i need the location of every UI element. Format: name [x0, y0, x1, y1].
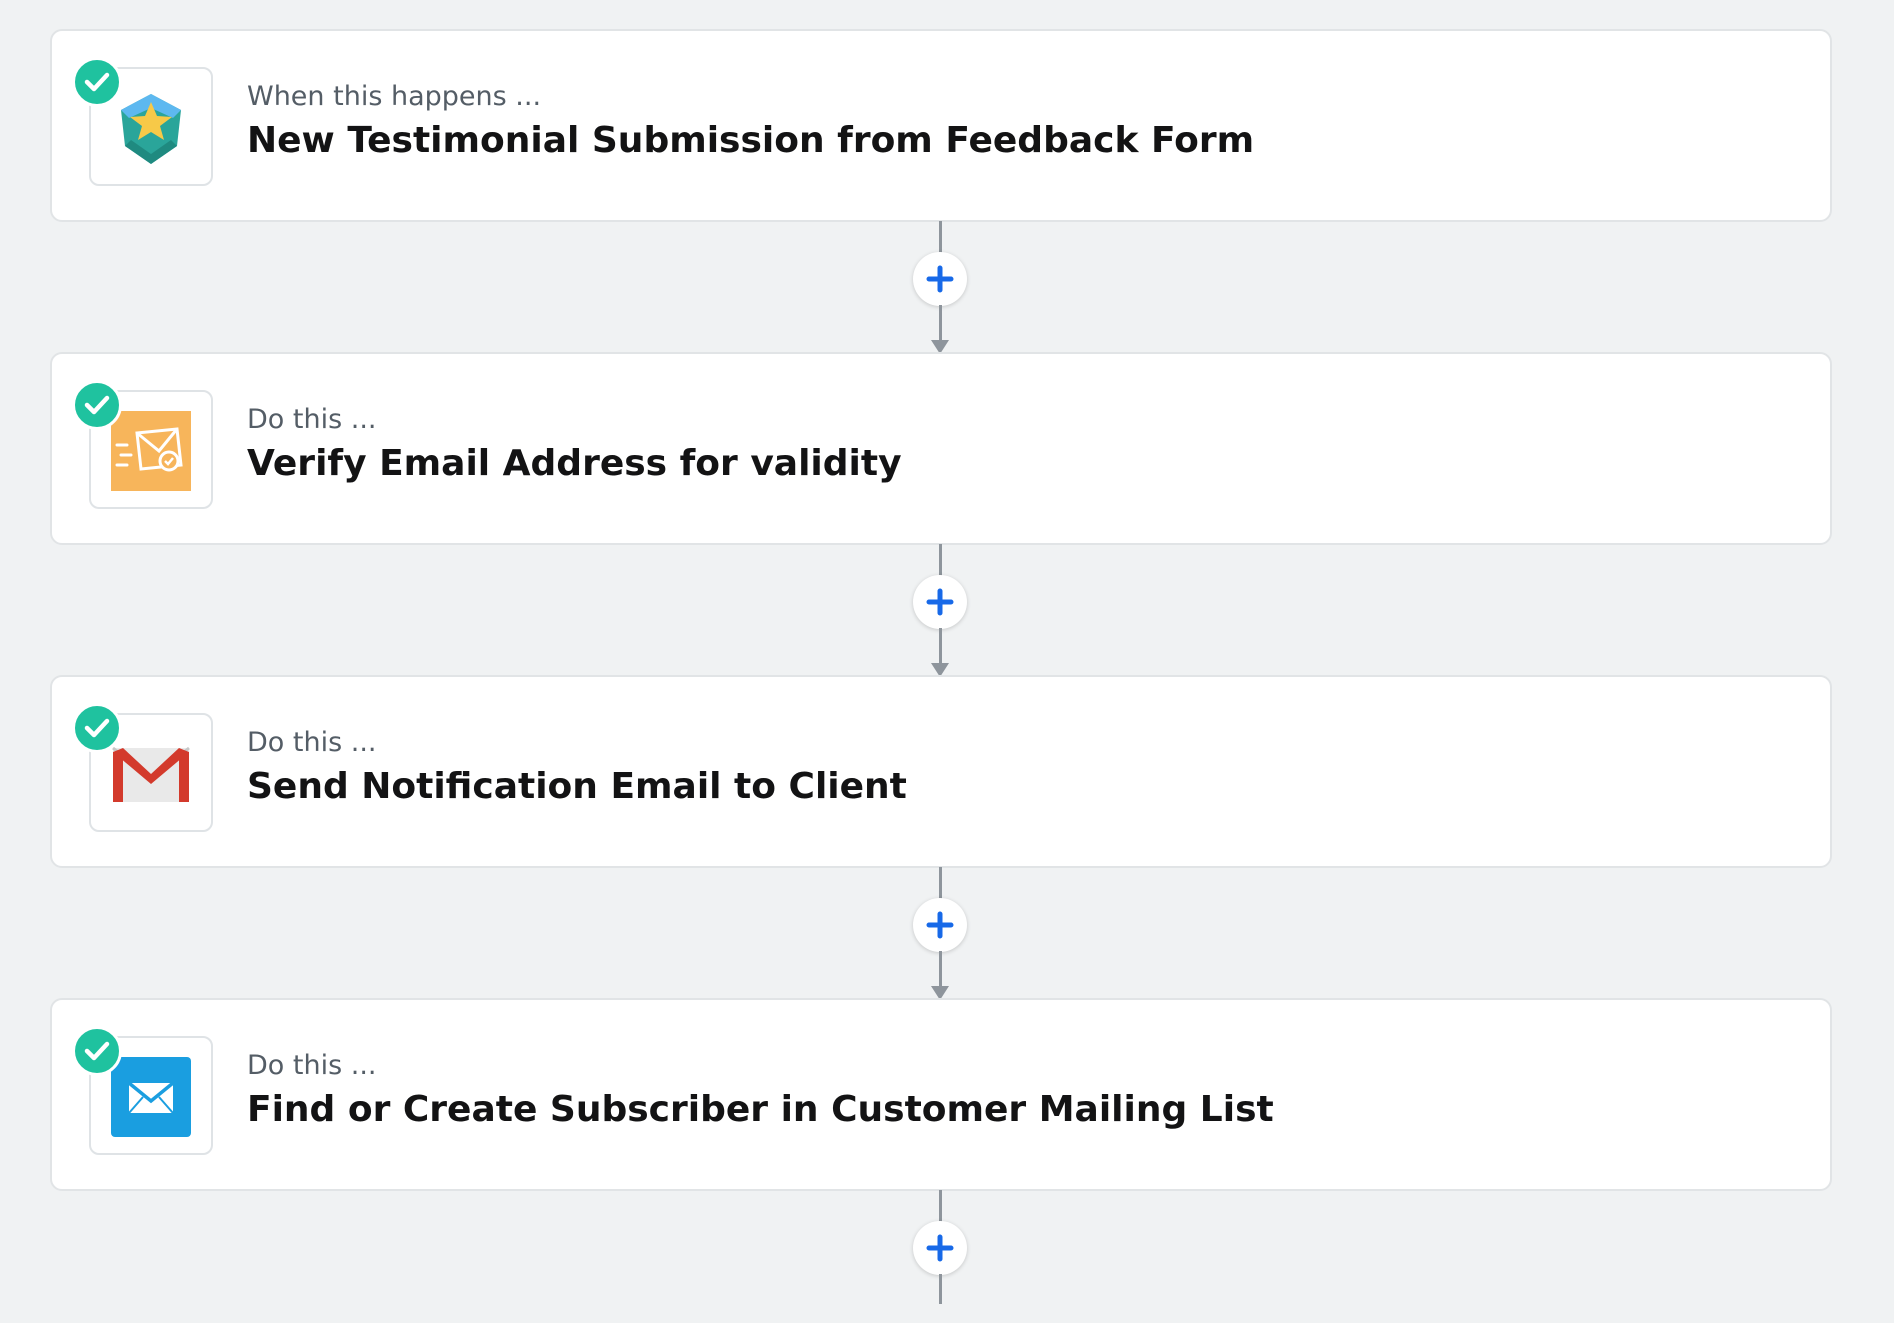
step-label: Do this ... — [247, 1050, 377, 1081]
gmail-icon — [112, 746, 190, 802]
workflow-step-action[interactable]: Do this ... Send Notification Email to C… — [50, 675, 1832, 868]
step-title: Find or Create Subscriber in Customer Ma… — [247, 1089, 1274, 1130]
step-complete-check-icon — [72, 703, 122, 753]
star-shield-icon — [121, 94, 181, 164]
step-connector — [895, 221, 985, 354]
step-title: New Testimonial Submission from Feedback… — [247, 120, 1255, 161]
connector-line — [939, 1274, 942, 1304]
workflow-step-trigger[interactable]: When this happens ... New Testimonial Su… — [50, 29, 1832, 222]
step-title: Send Notification Email to Client — [247, 766, 907, 807]
add-step-button[interactable] — [913, 898, 967, 952]
step-complete-check-icon — [72, 1026, 122, 1076]
connector-line — [939, 1190, 942, 1224]
connector-line — [939, 305, 942, 343]
workflow-step-action[interactable]: Do this ... Find or Create Subscriber in… — [50, 998, 1832, 1191]
add-step-button[interactable] — [913, 575, 967, 629]
mailing-list-envelope-icon — [111, 1057, 191, 1137]
email-verify-icon — [111, 411, 191, 491]
add-step-button[interactable] — [913, 1221, 967, 1275]
step-complete-check-icon — [72, 57, 122, 107]
step-title: Verify Email Address for validity — [247, 443, 902, 484]
connector-line — [939, 951, 942, 989]
add-step-button[interactable] — [913, 252, 967, 306]
step-connector — [895, 1190, 985, 1323]
plus-icon — [926, 911, 954, 939]
step-label: When this happens ... — [247, 81, 542, 112]
step-complete-check-icon — [72, 380, 122, 430]
plus-icon — [926, 588, 954, 616]
plus-icon — [926, 1234, 954, 1262]
step-label: Do this ... — [247, 727, 377, 758]
step-label: Do this ... — [247, 404, 377, 435]
connector-line — [939, 628, 942, 666]
plus-icon — [926, 265, 954, 293]
connector-line — [939, 221, 942, 255]
step-connector — [895, 867, 985, 1000]
connector-line — [939, 867, 942, 901]
step-connector — [895, 544, 985, 677]
connector-line — [939, 544, 942, 578]
workflow-step-action[interactable]: Do this ... Verify Email Address for val… — [50, 352, 1832, 545]
